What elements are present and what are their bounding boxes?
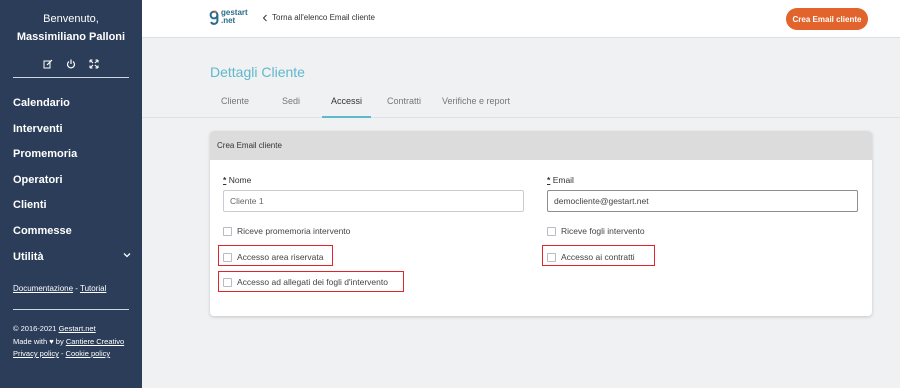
copyright-text: © 2016-2021 [13,324,59,333]
sidebar-item-promemoria[interactable]: Promemoria [0,146,142,172]
sidebar-item-label: Interventi [13,122,63,135]
main-content: Dettagli Cliente Cliente Sedi Accessi Co… [142,39,900,388]
checkbox-riceve-fogli[interactable]: Riceve fogli intervento [547,226,645,236]
tab-sedi[interactable]: Sedi [279,96,303,118]
logo-mark-icon [209,10,219,25]
welcome-text: Benvenuto, [43,13,99,25]
sidebar-item-operatori[interactable]: Operatori [0,172,142,198]
cantiere-creativo-link[interactable]: Cantiere Creativo [66,337,124,346]
chevron-left-icon [262,14,267,21]
email-label-text: Email [552,175,574,185]
required-mark: * [547,175,551,185]
welcome-block: Benvenuto, Massimiliano Palloni [0,0,142,46]
highlight-box [542,245,655,266]
name-label-text: Nome [228,175,252,185]
topbar: gestart .net Torna all'elenco Email clie… [142,0,900,38]
sidebar-item-label: Operatori [13,173,63,186]
cookie-policy-link[interactable]: Cookie policy [66,349,111,358]
fullscreen-icon[interactable] [89,59,99,71]
tutorial-link[interactable]: Tutorial [80,284,106,293]
sidebar-actions [0,59,142,71]
checkbox-box[interactable] [223,226,232,236]
footer-separator: - [58,349,66,358]
back-to-list-link[interactable]: Torna all'elenco Email cliente [262,13,375,22]
sidebar-item-label: Utilità [13,250,44,263]
checkbox-label: Riceve fogli intervento [561,226,645,236]
create-email-form: Crea Email cliente * Nome Cliente 1 * Em… [210,131,872,316]
sidebar-item-utilita[interactable]: Utilità [0,249,142,275]
gestart-logo[interactable]: gestart .net [209,9,248,25]
logo-text-line2: .net [221,16,236,25]
highlight-box [218,271,404,292]
made-with-text: Made with ♥ by [13,336,66,346]
sidebar-nav: Calendario Interventi Promemoria Operato… [0,95,142,274]
chevron-down-icon [123,252,131,257]
form-header: Crea Email cliente [210,131,872,160]
documentation-link[interactable]: Documentazione [13,284,73,293]
email-label: * Email [547,175,574,185]
page-title: Dettagli Cliente [210,64,305,80]
sidebar-footer: © 2016-2021 Gestart.net Made with ♥ by C… [13,323,124,361]
name-label: * Nome [223,175,251,185]
sidebar-divider [13,77,129,78]
email-input[interactable]: democliente@gestart.net [547,190,858,212]
sidebar-item-label: Commesse [13,224,72,237]
sidebar-divider-bottom [13,309,129,310]
edit-icon[interactable] [43,59,53,71]
sidebar-item-label: Clienti [13,199,47,212]
checkbox-box[interactable] [547,226,556,236]
tab-cliente[interactable]: Cliente [220,96,250,118]
gestart-link[interactable]: Gestart.net [59,324,96,333]
tab-accessi[interactable]: Accessi [322,96,371,118]
create-email-button[interactable]: Crea Email cliente [786,8,868,30]
highlight-box [218,245,333,266]
checkbox-label: Riceve promemoria intervento [237,226,351,236]
sidebar-item-calendario[interactable]: Calendario [0,95,142,121]
power-icon[interactable] [66,59,76,71]
sidebar-item-label: Promemoria [13,148,78,161]
checkbox-riceve-promemoria[interactable]: Riceve promemoria intervento [223,226,350,236]
sidebar-item-clienti[interactable]: Clienti [0,197,142,223]
back-link-label: Torna all'elenco Email cliente [272,13,375,22]
required-mark: * [223,175,227,185]
name-input[interactable]: Cliente 1 [223,190,524,212]
sidebar: Benvenuto, Massimiliano Palloni Calendar… [0,0,142,388]
sidebar-item-label: Calendario [13,97,70,109]
user-name: Massimiliano Palloni [16,31,126,43]
link-separator: - [73,284,81,293]
tab-bar: Cliente Sedi Accessi Contratti Verifiche… [142,96,900,118]
sidebar-item-interventi[interactable]: Interventi [0,121,142,147]
doc-links: Documentazione - Tutorial [13,284,106,293]
privacy-policy-link[interactable]: Privacy policy [13,349,59,358]
tab-verifiche-report[interactable]: Verifiche e report [440,96,512,118]
tab-contratti[interactable]: Contratti [384,96,424,118]
sidebar-item-commesse[interactable]: Commesse [0,223,142,249]
